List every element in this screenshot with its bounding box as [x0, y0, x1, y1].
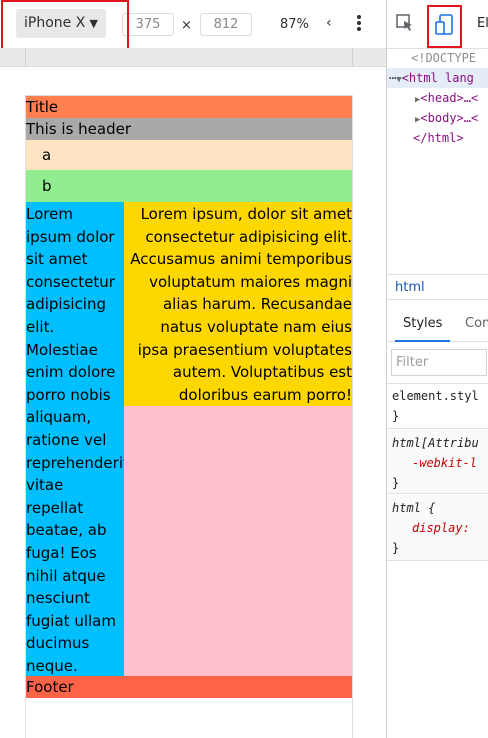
media-query-ruler[interactable] — [0, 48, 386, 67]
sidebar-line: reprehenderit — [26, 453, 129, 472]
device-toggle-highlight — [427, 5, 462, 48]
html-close-text: </html> — [413, 131, 464, 145]
dom-node-head[interactable]: ▶<head>…< — [387, 88, 488, 108]
pink-filler — [124, 406, 352, 676]
width-input[interactable]: 375 — [122, 13, 174, 36]
article-line: autem. Voluptatibus est — [172, 363, 352, 382]
nav-item-b: b — [26, 170, 352, 202]
zoom-select[interactable]: 87% — [280, 17, 309, 32]
rule-close-brace: } — [392, 409, 400, 423]
article-line: Lorem ipsum, dolor sit amet — [140, 205, 352, 223]
tab-elements[interactable]: El — [477, 16, 488, 31]
article-line: natus voluptate nam eius — [160, 317, 352, 336]
rule-user-agent-attr[interactable]: html[Attribu -webkit-l } — [387, 430, 488, 494]
page-header: This is header — [26, 118, 352, 140]
throttle-select[interactable]: ‹ — [326, 15, 332, 31]
breadcrumb[interactable]: html — [387, 274, 488, 300]
dimension-separator: × — [181, 18, 192, 33]
more-options-icon[interactable] — [354, 14, 364, 34]
rule-close-brace: } — [392, 541, 400, 555]
article-line: ipsa praesentium voluptates — [137, 340, 352, 359]
sidebar-line: fuga! Eos — [26, 543, 97, 562]
article-line: alias harum. Recusandae — [162, 295, 352, 314]
rule-property: -webkit-l — [412, 456, 478, 470]
devtools-panel: El <!DOCTYPE ⋯▼<html lang ▶<head>…< ▶<bo… — [386, 0, 488, 738]
sidebar-line: ipsum dolor — [26, 227, 115, 246]
sidebar-line: elit. — [26, 317, 55, 336]
page-footer: Footer — [26, 676, 352, 698]
sidebar-line: fugiat ullam — [26, 611, 116, 630]
rule-close-brace: } — [392, 476, 400, 490]
article-line: voluptatum maiores magni — [149, 272, 352, 291]
dom-node-html[interactable]: ⋯▼<html lang — [387, 68, 488, 88]
styles-tabbar: Styles Con — [387, 309, 488, 342]
rule-selector: element.styl — [392, 389, 479, 403]
rule-property: display: — [412, 521, 470, 535]
sidebar-line: nesciunt — [26, 589, 90, 608]
sidebar-line: ducimus — [26, 634, 90, 653]
body-tag-text: <body>…< — [420, 111, 479, 125]
article-line: consectetur adipisicing elit. — [145, 227, 352, 246]
sidebar-line: beatae, ab — [26, 521, 107, 540]
sidebar-line: adipisicing — [26, 295, 106, 314]
sidebar-line: enim dolore — [26, 363, 116, 382]
rule-selector: html { — [392, 501, 436, 515]
doctype-text: <!DOCTYPE — [411, 51, 477, 65]
article-line: doloribus earum porro! — [178, 385, 352, 404]
dom-node-doctype[interactable]: <!DOCTYPE — [387, 48, 488, 68]
sidebar-line: ratione vel — [26, 430, 107, 449]
rule-element-style[interactable]: element.styl } — [387, 384, 488, 429]
sidebar-line: sit amet — [26, 250, 88, 269]
styles-filter: Filter — [387, 343, 488, 384]
rendered-page: Title This is header a b Lorem ipsum dol… — [26, 96, 352, 698]
sidebar-line: Lorem — [26, 205, 73, 223]
head-tag-text: <head>…< — [420, 91, 479, 105]
sidebar-line: Molestiae — [26, 340, 98, 359]
dom-node-html-close[interactable]: </html> — [387, 128, 488, 148]
height-input[interactable]: 812 — [200, 13, 252, 36]
page-title: Title — [26, 96, 352, 118]
rule-user-agent-html[interactable]: html { display: } — [387, 495, 488, 561]
dom-node-body[interactable]: ▶<body>…< — [387, 108, 488, 128]
rule-selector: html[Attribu — [392, 436, 479, 450]
sidebar-line: neque. — [26, 656, 78, 675]
breadcrumb-html[interactable]: html — [395, 280, 425, 295]
html-tag-text: <html lang — [401, 71, 474, 85]
tab-computed[interactable]: Con — [465, 316, 488, 331]
article-text: Lorem ipsum, dolor sit amet consectetur … — [124, 202, 352, 406]
inspect-element-icon[interactable] — [396, 14, 414, 32]
dom-tree: <!DOCTYPE ⋯▼<html lang ▶<head>…< ▶<body>… — [387, 48, 488, 148]
sidebar-line: nihil atque — [26, 566, 106, 585]
nav-item-a: a — [26, 140, 352, 170]
article-line: Accusamus animi temporibus — [130, 250, 352, 269]
tab-styles[interactable]: Styles — [394, 316, 451, 342]
sidebar-line: consectetur — [26, 272, 115, 291]
sidebar-line: vitae — [26, 476, 64, 495]
sidebar-line: repellat — [26, 498, 84, 517]
filter-input[interactable]: Filter — [391, 349, 487, 376]
sidebar-line: porro nobis — [26, 385, 111, 404]
sidebar-text: Lorem ipsum dolor sit amet consectetur a… — [26, 202, 129, 676]
sidebar-line: aliquam, — [26, 408, 92, 427]
main-column: Lorem ipsum, dolor sit amet consectetur … — [124, 202, 352, 676]
content-area: Lorem ipsum dolor sit amet consectetur a… — [26, 202, 352, 676]
